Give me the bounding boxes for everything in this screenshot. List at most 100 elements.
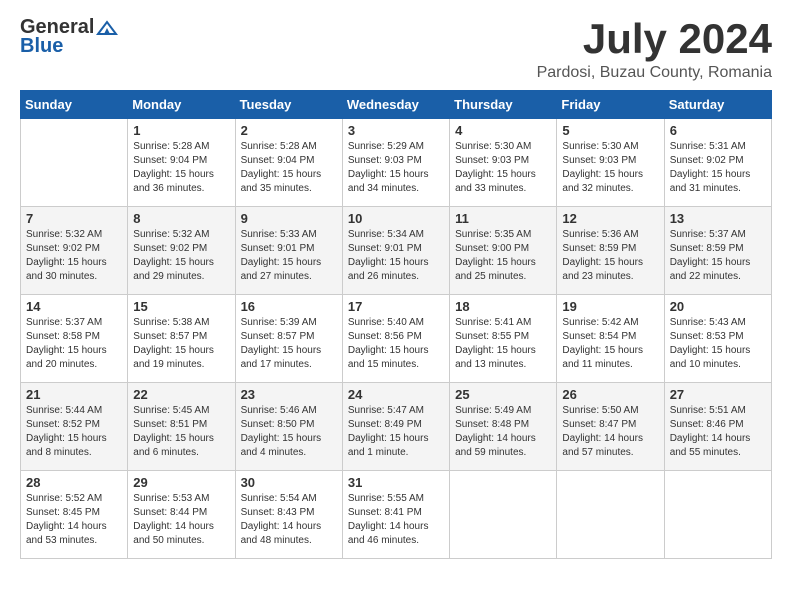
header-cell-thursday: Thursday xyxy=(450,91,557,119)
day-number: 10 xyxy=(348,211,444,226)
calendar-cell: 27Sunrise: 5:51 AM Sunset: 8:46 PM Dayli… xyxy=(664,383,771,471)
calendar-week-1: 7 Sunrise: 5:32 AM Sunset: 9:02 PM Daylig… xyxy=(21,207,772,295)
calendar-cell: 14Sunrise: 5:37 AM Sunset: 8:58 PM Dayli… xyxy=(21,295,128,383)
day-number: 7 xyxy=(26,211,122,226)
day-info: Sunrise: 5:34 AM Sunset: 9:01 PM Dayligh… xyxy=(348,228,444,284)
day-number: 5 xyxy=(562,123,658,138)
day-number: 4 xyxy=(455,123,551,138)
calendar-cell: 29 Sunrise: 5:53 AM Sunset: 8:44 PM Dayli… xyxy=(128,471,235,559)
day-number: 1 xyxy=(133,123,229,138)
day-info: Sunrise: 5:42 AM Sunset: 8:54 PM Dayligh… xyxy=(562,316,658,372)
day-info: Sunrise: 5:54 AM Sunset: 8:43 PM Dayligh… xyxy=(241,492,337,548)
calendar-cell: 24 Sunrise: 5:47 AM Sunset: 8:49 PM Dayli… xyxy=(342,383,449,471)
header-cell-friday: Friday xyxy=(557,91,664,119)
calendar-cell: 16 Sunrise: 5:39 AM Sunset: 8:57 PM Dayli… xyxy=(235,295,342,383)
day-number: 11 xyxy=(455,211,551,226)
day-info: Sunrise: 5:38 AM Sunset: 8:57 PM Dayligh… xyxy=(133,316,229,372)
day-number: 16 xyxy=(241,299,337,314)
calendar-cell: 1Sunrise: 5:28 AM Sunset: 9:04 PM Daylig… xyxy=(128,119,235,207)
day-info: Sunrise: 5:46 AM Sunset: 8:50 PM Dayligh… xyxy=(241,404,337,460)
calendar-cell xyxy=(450,471,557,559)
day-info: Sunrise: 5:55 AM Sunset: 8:41 PM Dayligh… xyxy=(348,492,444,548)
day-number: 8 xyxy=(133,211,229,226)
calendar-cell: 3 Sunrise: 5:29 AM Sunset: 9:03 PM Daylig… xyxy=(342,119,449,207)
day-info: Sunrise: 5:31 AM Sunset: 9:02 PM Dayligh… xyxy=(670,140,766,196)
day-info: Sunrise: 5:53 AM Sunset: 8:44 PM Dayligh… xyxy=(133,492,229,548)
day-number: 3 xyxy=(348,123,444,138)
day-info: Sunrise: 5:49 AM Sunset: 8:48 PM Dayligh… xyxy=(455,404,551,460)
day-number: 15 xyxy=(133,299,229,314)
calendar-cell: 18Sunrise: 5:41 AM Sunset: 8:55 PM Dayli… xyxy=(450,295,557,383)
logo-icon xyxy=(96,20,118,36)
calendar-cell: 19Sunrise: 5:42 AM Sunset: 8:54 PM Dayli… xyxy=(557,295,664,383)
day-number: 2 xyxy=(241,123,337,138)
day-number: 28 xyxy=(26,475,122,490)
location-subtitle: Pardosi, Buzau County, Romania xyxy=(537,64,772,82)
calendar-cell: 11Sunrise: 5:35 AM Sunset: 9:00 PM Dayli… xyxy=(450,207,557,295)
day-info: Sunrise: 5:47 AM Sunset: 8:49 PM Dayligh… xyxy=(348,404,444,460)
day-number: 23 xyxy=(241,387,337,402)
day-number: 29 xyxy=(133,475,229,490)
calendar-cell: 6Sunrise: 5:31 AM Sunset: 9:02 PM Daylig… xyxy=(664,119,771,207)
header-cell-tuesday: Tuesday xyxy=(235,91,342,119)
header-cell-monday: Monday xyxy=(128,91,235,119)
day-info: Sunrise: 5:33 AM Sunset: 9:01 PM Dayligh… xyxy=(241,228,337,284)
calendar-week-0: 1Sunrise: 5:28 AM Sunset: 9:04 PM Daylig… xyxy=(21,119,772,207)
calendar-week-4: 28 Sunrise: 5:52 AM Sunset: 8:45 PM Dayli… xyxy=(21,471,772,559)
day-number: 20 xyxy=(670,299,766,314)
day-number: 13 xyxy=(670,211,766,226)
day-number: 31 xyxy=(348,475,444,490)
calendar-cell: 9Sunrise: 5:33 AM Sunset: 9:01 PM Daylig… xyxy=(235,207,342,295)
day-number: 30 xyxy=(241,475,337,490)
month-title: July 2024 xyxy=(537,16,772,62)
day-number: 18 xyxy=(455,299,551,314)
calendar-cell: 17Sunrise: 5:40 AM Sunset: 8:56 PM Dayli… xyxy=(342,295,449,383)
calendar-cell: 8 Sunrise: 5:32 AM Sunset: 9:02 PM Daylig… xyxy=(128,207,235,295)
calendar-cell: 23 Sunrise: 5:46 AM Sunset: 8:50 PM Dayli… xyxy=(235,383,342,471)
calendar-cell: 28 Sunrise: 5:52 AM Sunset: 8:45 PM Dayli… xyxy=(21,471,128,559)
day-number: 24 xyxy=(348,387,444,402)
day-number: 21 xyxy=(26,387,122,402)
calendar-cell: 25 Sunrise: 5:49 AM Sunset: 8:48 PM Dayli… xyxy=(450,383,557,471)
calendar-cell: 21 Sunrise: 5:44 AM Sunset: 8:52 PM Dayli… xyxy=(21,383,128,471)
day-info: Sunrise: 5:45 AM Sunset: 8:51 PM Dayligh… xyxy=(133,404,229,460)
day-info: Sunrise: 5:52 AM Sunset: 8:45 PM Dayligh… xyxy=(26,492,122,548)
day-info: Sunrise: 5:50 AM Sunset: 8:47 PM Dayligh… xyxy=(562,404,658,460)
day-number: 25 xyxy=(455,387,551,402)
day-info: Sunrise: 5:32 AM Sunset: 9:02 PM Dayligh… xyxy=(26,228,122,284)
day-info: Sunrise: 5:30 AM Sunset: 9:03 PM Dayligh… xyxy=(455,140,551,196)
day-number: 14 xyxy=(26,299,122,314)
day-info: Sunrise: 5:44 AM Sunset: 8:52 PM Dayligh… xyxy=(26,404,122,460)
day-number: 26 xyxy=(562,387,658,402)
day-number: 22 xyxy=(133,387,229,402)
day-info: Sunrise: 5:29 AM Sunset: 9:03 PM Dayligh… xyxy=(348,140,444,196)
calendar-cell: 2Sunrise: 5:28 AM Sunset: 9:04 PM Daylig… xyxy=(235,119,342,207)
calendar-cell: 31 Sunrise: 5:55 AM Sunset: 8:41 PM Dayli… xyxy=(342,471,449,559)
calendar-header: SundayMondayTuesdayWednesdayThursdayFrid… xyxy=(21,91,772,119)
calendar-cell: 7 Sunrise: 5:32 AM Sunset: 9:02 PM Daylig… xyxy=(21,207,128,295)
header-cell-wednesday: Wednesday xyxy=(342,91,449,119)
day-info: Sunrise: 5:39 AM Sunset: 8:57 PM Dayligh… xyxy=(241,316,337,372)
calendar-cell xyxy=(21,119,128,207)
header-row: SundayMondayTuesdayWednesdayThursdayFrid… xyxy=(21,91,772,119)
header-cell-saturday: Saturday xyxy=(664,91,771,119)
day-info: Sunrise: 5:43 AM Sunset: 8:53 PM Dayligh… xyxy=(670,316,766,372)
calendar-cell xyxy=(557,471,664,559)
day-info: Sunrise: 5:36 AM Sunset: 8:59 PM Dayligh… xyxy=(562,228,658,284)
day-info: Sunrise: 5:40 AM Sunset: 8:56 PM Dayligh… xyxy=(348,316,444,372)
calendar-week-3: 21 Sunrise: 5:44 AM Sunset: 8:52 PM Dayli… xyxy=(21,383,772,471)
logo-blue: Blue xyxy=(20,35,63,58)
calendar-cell: 15 Sunrise: 5:38 AM Sunset: 8:57 PM Dayli… xyxy=(128,295,235,383)
day-number: 27 xyxy=(670,387,766,402)
day-info: Sunrise: 5:30 AM Sunset: 9:03 PM Dayligh… xyxy=(562,140,658,196)
day-number: 12 xyxy=(562,211,658,226)
calendar-cell: 20 Sunrise: 5:43 AM Sunset: 8:53 PM Dayli… xyxy=(664,295,771,383)
header-cell-sunday: Sunday xyxy=(21,91,128,119)
calendar-cell: 13Sunrise: 5:37 AM Sunset: 8:59 PM Dayli… xyxy=(664,207,771,295)
calendar-body: 1Sunrise: 5:28 AM Sunset: 9:04 PM Daylig… xyxy=(21,119,772,559)
calendar-cell: 10 Sunrise: 5:34 AM Sunset: 9:01 PM Dayli… xyxy=(342,207,449,295)
calendar-week-2: 14Sunrise: 5:37 AM Sunset: 8:58 PM Dayli… xyxy=(21,295,772,383)
calendar-cell: 5 Sunrise: 5:30 AM Sunset: 9:03 PM Daylig… xyxy=(557,119,664,207)
calendar-cell xyxy=(664,471,771,559)
day-info: Sunrise: 5:32 AM Sunset: 9:02 PM Dayligh… xyxy=(133,228,229,284)
